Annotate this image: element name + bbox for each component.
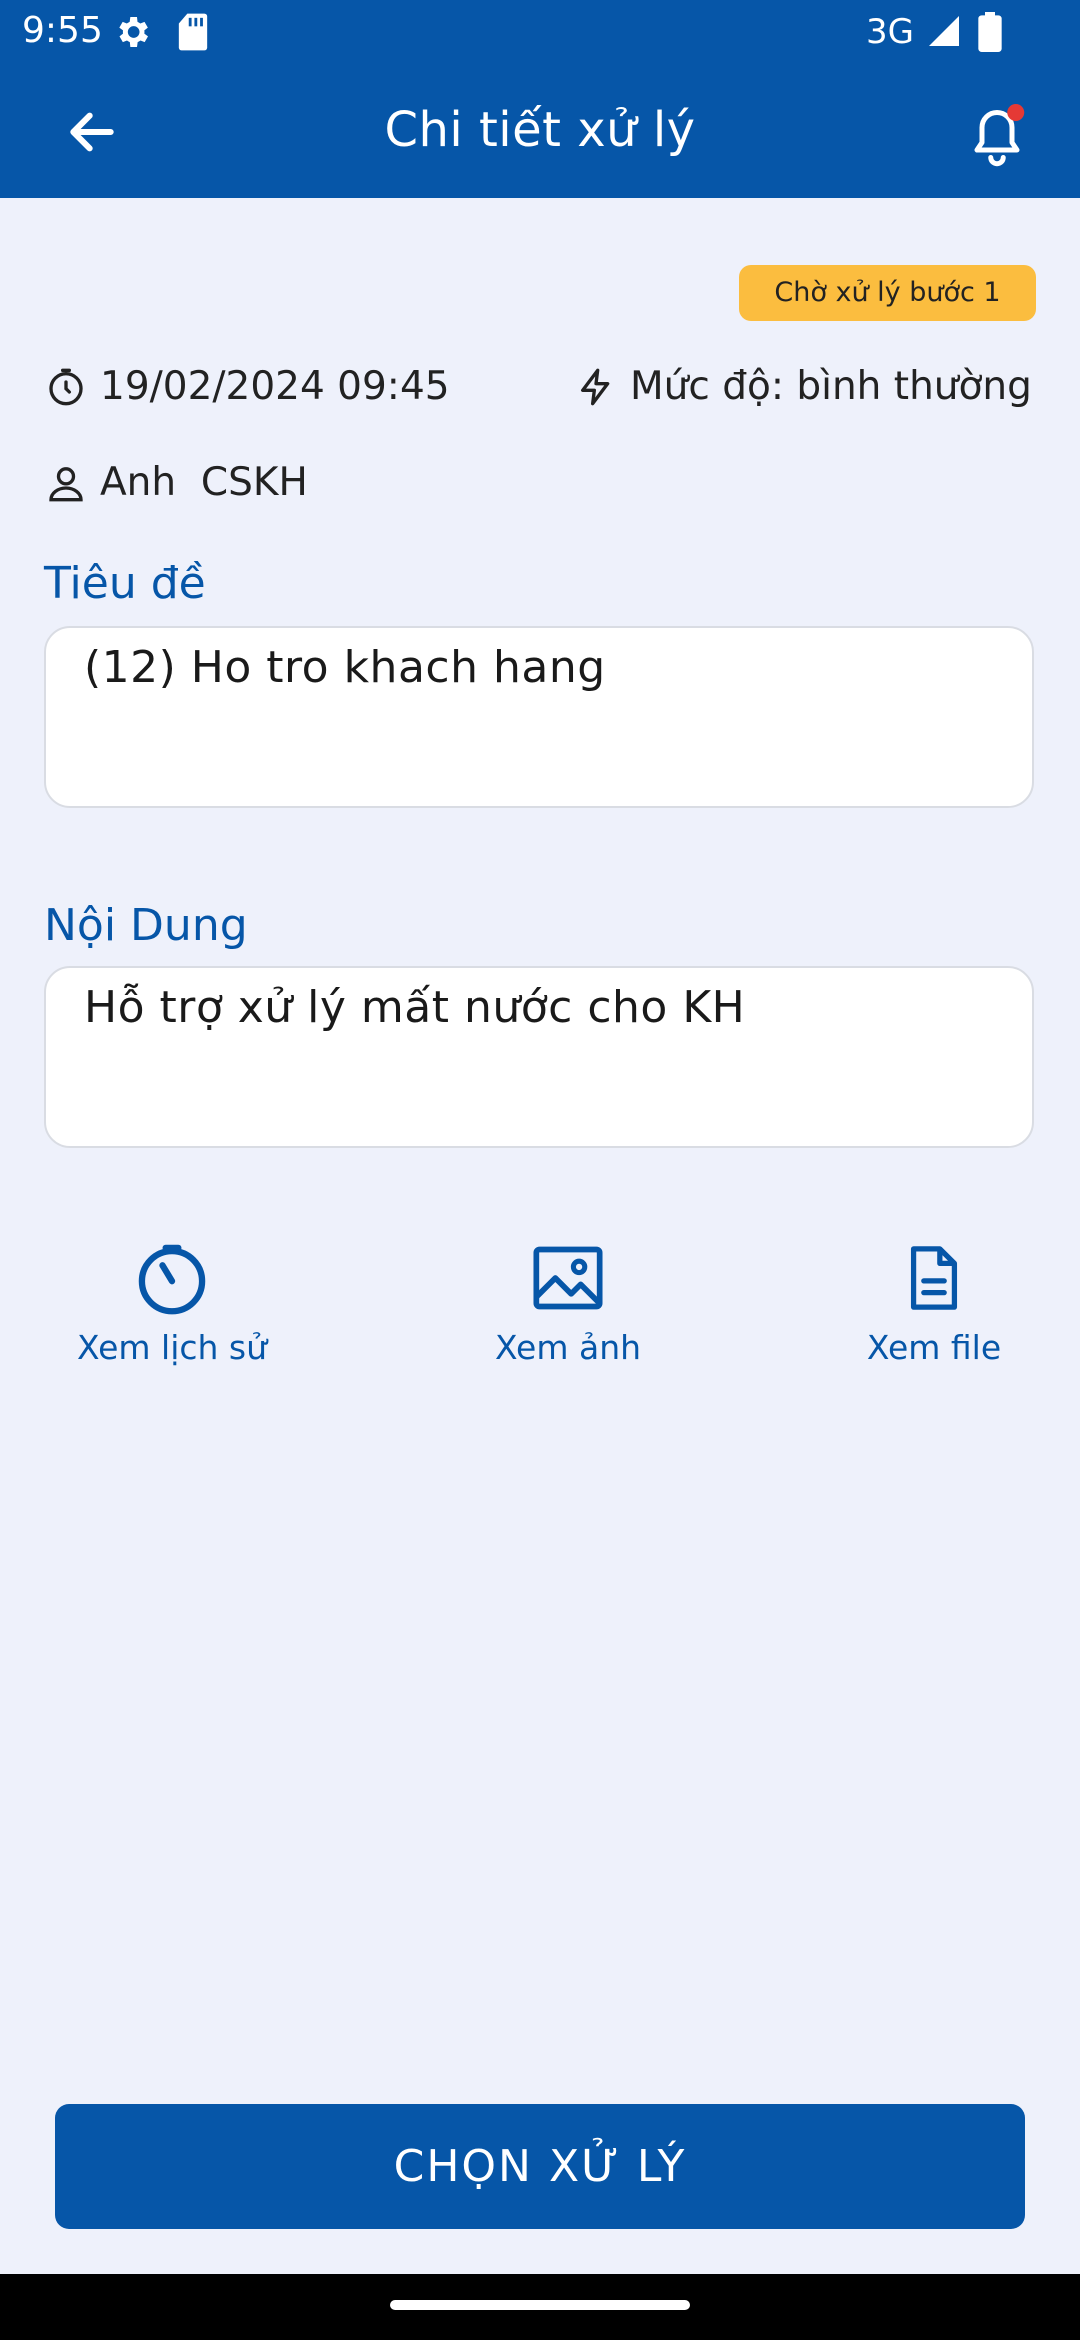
- sd-card-icon: [178, 13, 208, 51]
- view-image-button[interactable]: Xem ảnh: [468, 1240, 668, 1367]
- ticket-datetime: 19/02/2024 09:45: [100, 364, 450, 409]
- clock-icon: [49, 368, 83, 405]
- datetime-row: 19/02/2024 09:45: [46, 364, 450, 409]
- user-icon: [49, 466, 83, 501]
- image-icon: [533, 1246, 603, 1310]
- bell-icon: [974, 104, 1025, 167]
- notification-dot: [1007, 104, 1025, 121]
- view-image-label: Xem ảnh: [494, 1328, 642, 1367]
- file-icon: [910, 1246, 958, 1310]
- system-nav-bar: [0, 2274, 1080, 2340]
- home-indicator[interactable]: [390, 2300, 690, 2310]
- battery-icon: [978, 12, 1002, 52]
- choose-process-button[interactable]: CHỌN XỬ LÝ: [55, 2104, 1025, 2229]
- title-label: Tiêu đề: [44, 558, 206, 609]
- content-label: Nội Dung: [44, 900, 248, 951]
- ticket-user: Anh CSKH: [100, 460, 308, 505]
- history-timer-icon: [138, 1244, 206, 1315]
- notification-button[interactable]: [962, 100, 1032, 170]
- lightning-icon: [581, 368, 610, 405]
- status-badge: Chờ xử lý bước 1: [739, 265, 1036, 321]
- status-bar: 9:55 3G: [0, 0, 1080, 66]
- content-field[interactable]: Hỗ trợ xử lý mất nước cho KH: [44, 966, 1034, 1148]
- view-file-button[interactable]: Xem file: [834, 1240, 1034, 1367]
- network-type: 3G: [866, 12, 914, 52]
- priority-row: Mức độ: bình thường: [576, 364, 1032, 409]
- view-file-label: Xem file: [866, 1328, 1002, 1367]
- ticket-priority: Mức độ: bình thường: [630, 364, 1032, 409]
- view-history-button[interactable]: Xem lịch sử: [72, 1240, 272, 1367]
- title-field[interactable]: (12) Ho tro khach hang: [44, 626, 1034, 808]
- app-bar: Chi tiết xử lý: [0, 66, 1080, 198]
- signal-icon: [929, 16, 959, 46]
- status-time: 9:55: [22, 10, 103, 51]
- page-title: Chi tiết xử lý: [384, 102, 696, 158]
- settings-icon: [119, 17, 148, 47]
- user-row: Anh CSKH: [46, 460, 308, 505]
- view-history-label: Xem lịch sử: [76, 1328, 268, 1367]
